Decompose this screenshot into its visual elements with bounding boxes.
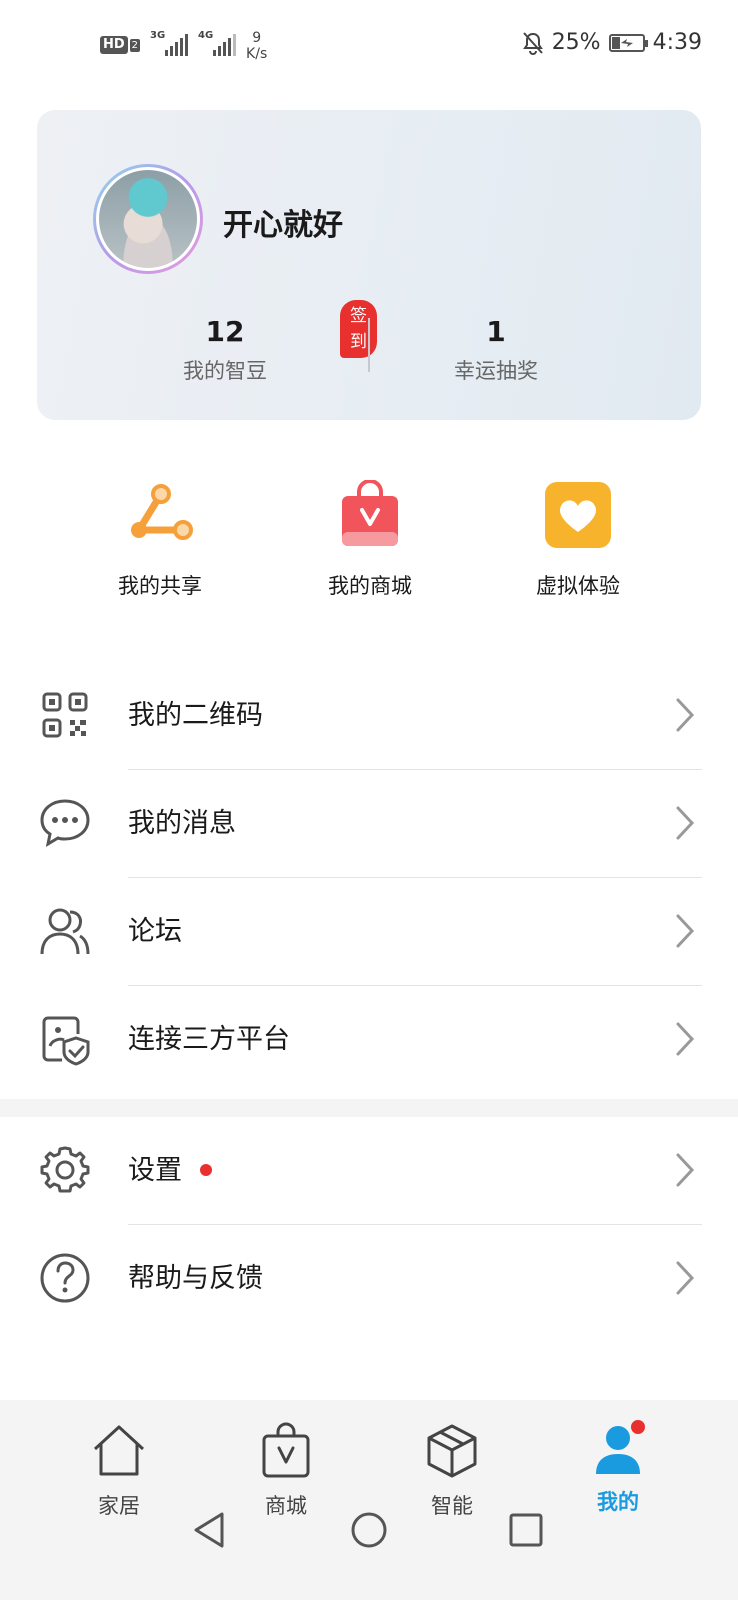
qr-code-icon bbox=[42, 692, 88, 738]
chevron-right-icon bbox=[676, 698, 695, 732]
signin-badge[interactable]: 签到 bbox=[340, 300, 377, 358]
avatar-image bbox=[96, 167, 200, 271]
beans-label: 我的智豆 bbox=[183, 359, 267, 383]
quick-my-share[interactable]: 我的共享 bbox=[60, 480, 260, 600]
status-left: HD 2 3G 4G 9 K/s bbox=[100, 30, 267, 62]
hd-sub: 2 bbox=[129, 38, 141, 52]
share-nodes-icon bbox=[125, 480, 195, 550]
chevron-right-icon bbox=[676, 1261, 695, 1295]
tab-label: 商城 bbox=[265, 1494, 307, 1518]
menu-label: 设置 bbox=[128, 1153, 212, 1189]
beans-count: 12 bbox=[205, 315, 245, 348]
menu-item-qr-code[interactable]: 我的二维码 bbox=[0, 662, 738, 770]
home-circle-icon[interactable] bbox=[349, 1510, 389, 1550]
username[interactable]: 开心就好 bbox=[223, 200, 343, 244]
tab-mall[interactable]: 商城 bbox=[226, 1422, 346, 1520]
signal-sim2-icon: 4G bbox=[198, 30, 237, 56]
section-gap bbox=[0, 1099, 738, 1117]
clock: 4:39 bbox=[652, 30, 702, 55]
person-icon-wrap bbox=[589, 1420, 647, 1480]
hd-label: HD bbox=[100, 36, 128, 54]
quick-label: 我的共享 bbox=[118, 574, 202, 598]
sim1-type: 3G bbox=[150, 30, 166, 41]
menu-label: 帮助与反馈 bbox=[128, 1263, 263, 1294]
menu-label: 我的消息 bbox=[128, 808, 236, 839]
chevron-right-icon bbox=[676, 1022, 695, 1056]
sim2-type: 4G bbox=[198, 30, 214, 41]
tab-home[interactable]: 家居 bbox=[59, 1422, 179, 1520]
quick-label: 我的商城 bbox=[328, 574, 412, 598]
battery-percent: 25% bbox=[551, 30, 601, 55]
tab-label: 家居 bbox=[98, 1494, 140, 1518]
chat-bubble-icon bbox=[40, 799, 90, 848]
menu-label: 连接三方平台 bbox=[128, 1024, 290, 1055]
quick-virtual-experience[interactable]: 虚拟体验 bbox=[478, 480, 678, 600]
tab-label: 智能 bbox=[431, 1494, 473, 1518]
heart-icon bbox=[543, 480, 613, 550]
bottom-nav: 家居 商城 智能 我的 bbox=[0, 1400, 738, 1600]
menu-label: 我的二维码 bbox=[128, 700, 263, 731]
speed-value: 9 bbox=[252, 30, 262, 46]
back-icon[interactable] bbox=[190, 1510, 230, 1550]
settings-label: 设置 bbox=[128, 1155, 182, 1186]
menu-item-messages[interactable]: 我的消息 bbox=[0, 770, 738, 878]
quick-my-mall[interactable]: 我的商城 bbox=[270, 480, 470, 600]
avatar[interactable] bbox=[93, 164, 203, 274]
tab-mine[interactable]: 我的 bbox=[558, 1420, 678, 1516]
chevron-right-icon bbox=[676, 806, 695, 840]
chevron-right-icon bbox=[676, 914, 695, 948]
notification-dot bbox=[200, 1163, 212, 1176]
quick-label: 虚拟体验 bbox=[536, 574, 620, 598]
notification-dot bbox=[631, 1420, 645, 1434]
battery-icon bbox=[608, 33, 648, 52]
hd-voice-icon: HD 2 bbox=[100, 36, 141, 54]
lottery-label: 幸运抽奖 bbox=[454, 359, 538, 383]
chevron-right-icon bbox=[676, 1153, 695, 1187]
menu-label: 论坛 bbox=[128, 916, 182, 947]
signal-sim1-icon: 3G bbox=[150, 30, 189, 56]
help-icon bbox=[40, 1253, 90, 1303]
speed-unit: K/s bbox=[246, 46, 268, 62]
tab-smart[interactable]: 智能 bbox=[392, 1422, 512, 1520]
gear-icon bbox=[40, 1146, 90, 1193]
lottery-stat[interactable]: 1 幸运抽奖 bbox=[396, 315, 596, 385]
home-icon bbox=[93, 1425, 145, 1476]
recents-square-icon[interactable] bbox=[506, 1510, 546, 1550]
shield-link-icon bbox=[42, 1016, 90, 1066]
menu-item-third-party[interactable]: 连接三方平台 bbox=[0, 986, 738, 1094]
stat-divider bbox=[368, 318, 370, 372]
status-bar: HD 2 3G 4G 9 K/s 25% 4:39 bbox=[0, 0, 738, 90]
lottery-count: 1 bbox=[486, 315, 506, 348]
profile-card: 开心就好 12 我的智豆 签到 1 幸运抽奖 bbox=[37, 110, 701, 420]
menu-item-forum[interactable]: 论坛 bbox=[0, 878, 738, 986]
bell-muted-icon bbox=[522, 31, 543, 55]
shopping-bag-icon bbox=[335, 480, 405, 550]
status-right: 25% 4:39 bbox=[522, 30, 702, 55]
store-bag-icon bbox=[262, 1422, 310, 1478]
cube-icon bbox=[427, 1424, 477, 1478]
beans-stat[interactable]: 12 我的智豆 签到 bbox=[125, 300, 377, 385]
tab-label: 我的 bbox=[597, 1490, 639, 1514]
menu-item-settings[interactable]: 设置 bbox=[0, 1117, 738, 1225]
people-icon bbox=[40, 908, 90, 955]
menu-item-help[interactable]: 帮助与反馈 bbox=[0, 1225, 738, 1333]
network-speed: 9 K/s bbox=[246, 30, 267, 62]
